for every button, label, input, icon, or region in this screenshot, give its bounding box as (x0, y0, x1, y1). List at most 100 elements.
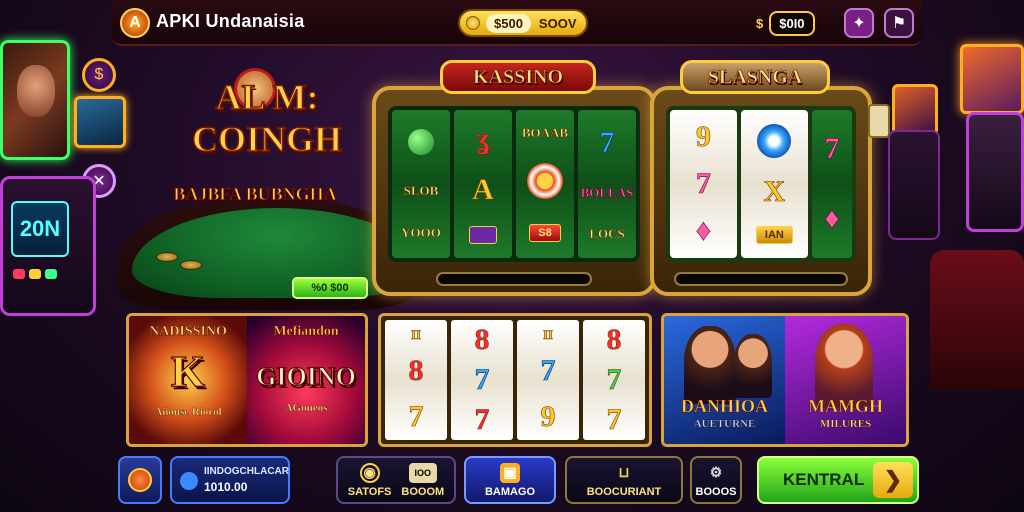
reel-symbol: LOCS (589, 226, 625, 241)
card-subtitle: AUETURNE (693, 418, 756, 430)
gift-icon: ▣ (500, 462, 520, 483)
reel-symbol: II (542, 326, 554, 342)
reel-symbol: 9 (695, 120, 712, 154)
reel-symbol: BOAAB (521, 125, 569, 141)
reel: 7 BOLLAS LOCS (578, 110, 636, 258)
nav-item-satofs[interactable]: ◉ SATOFS (348, 462, 391, 498)
mini-poster (74, 96, 126, 148)
reel-symbol: A (472, 172, 494, 206)
cup-icon: ⊔ (618, 464, 630, 480)
character-portrait (734, 334, 772, 398)
horseshoe-icon: ʓ (476, 122, 490, 156)
slot-machine-slasnga[interactable]: 9 7 ♦ X IAN 7 ♦ (650, 86, 872, 296)
stats-card (868, 104, 890, 138)
reel-symbol: 8 (474, 323, 490, 356)
reel-symbol: 7 (824, 132, 840, 165)
cta-button[interactable]: KENTRAL ❯ (757, 456, 919, 504)
character-portrait (684, 326, 736, 404)
reel-symbol: 8 (408, 354, 424, 388)
hero-subtitle: BAJBFA BUBNGHA (173, 184, 337, 205)
reel-symbol: II (410, 326, 422, 342)
reel: II 7 9 (517, 320, 579, 440)
nav-item-booom[interactable]: IOO BOOOM (401, 462, 445, 498)
card-title: MAMGH (808, 396, 883, 417)
reel-symbol: 7 (599, 126, 615, 159)
cta-label: KENTRAL (783, 470, 865, 489)
card-big-letter: K (170, 346, 206, 396)
game-card[interactable]: NADISSINO K Aiiouse Riorol (129, 316, 247, 444)
bet-button[interactable]: %0 $00 (292, 277, 368, 299)
reel: ʓ A (454, 110, 512, 258)
reel: 9 7 ♦ (670, 110, 737, 258)
reel: 7 ♦ (811, 110, 852, 258)
card-title: NADISSINO (149, 324, 227, 340)
star-icon[interactable]: ✦ (844, 8, 874, 38)
game-card[interactable]: Mefiandon GIOINO AGoneos (247, 316, 365, 444)
heart-icon: ♦ (695, 213, 712, 247)
app-logo[interactable]: A (120, 8, 150, 38)
reel-symbol: 8 (606, 323, 622, 356)
reel-symbol: SLOB (403, 182, 439, 198)
reel-symbol: 7 (540, 354, 556, 388)
info-label: IINDOGCHLACAR (204, 466, 289, 477)
game-card-group: DANHIOA AUETURNE MAMGH MILURES (661, 313, 909, 447)
right-poster (960, 44, 1024, 114)
casino-chair (930, 250, 1024, 390)
coin-counter[interactable]: $ $0I0 (756, 9, 848, 37)
left-poster (0, 40, 70, 160)
card-subtitle: MILURES (819, 418, 872, 430)
profile-button[interactable] (118, 456, 162, 504)
chip-stack (156, 252, 178, 262)
ticket-icon: IOO (408, 462, 437, 483)
reel-area: 9 7 ♦ X IAN 7 ♦ (666, 106, 856, 262)
reel: 8 7 7 (451, 320, 513, 440)
app-title: APKI Undanaisia (156, 11, 305, 31)
slot-machine-kassino[interactable]: SLOB YOOO ʓ A BOAAB S8 7 BOLLAS LOCS (372, 86, 656, 296)
slot-reels-card[interactable]: II 8 7 8 7 7 II 7 9 8 7 7 (378, 313, 652, 447)
swirl-icon (757, 123, 792, 158)
info-value: 1010.00 (204, 480, 248, 494)
reel-symbol: X (763, 174, 786, 208)
flag-icon[interactable]: ⚑ (884, 8, 914, 38)
nav-label: BOOOM (401, 485, 445, 498)
nav-item-settings[interactable]: ⚙ BOOOS (690, 456, 742, 504)
nav-item-bamago[interactable]: ▣ BAMAGO (464, 456, 556, 504)
machine-sign: SLASNGA (680, 60, 830, 94)
reel-symbol: 9 (540, 400, 556, 434)
nav-label: BOOOS (695, 485, 737, 498)
reel-symbol: 7 (408, 400, 424, 434)
trophy-icon: ◉ (359, 462, 380, 483)
reel-plaque: S8 (529, 223, 561, 242)
coin-value: $0I0 (769, 10, 815, 36)
machine-tray (436, 272, 592, 286)
right-poster-small (892, 84, 938, 136)
nav-item-group[interactable]: ◉ SATOFS IOO BOOOM (336, 456, 456, 504)
reel: 8 7 7 (583, 320, 645, 440)
poster-portrait (17, 65, 55, 117)
reel: BOAAB S8 (516, 110, 574, 258)
machine-sign: KASSINO (440, 60, 596, 94)
hero-title-line1: AL M: (215, 76, 320, 118)
reel-symbol: 7 (474, 363, 490, 396)
user-icon (180, 472, 198, 490)
balance-button[interactable]: SOOV (539, 16, 577, 31)
coin-label: $ (756, 15, 764, 31)
balance-value: $500 (486, 13, 531, 33)
dollar-icon[interactable]: $ (82, 58, 116, 92)
info-panel[interactable]: IINDOGCHLACAR 1010.00 (170, 456, 290, 504)
card-subtitle: Aiiouse Riorol (154, 406, 222, 418)
nav-item-boocuriant[interactable]: ⊔ BOOCURIANT (565, 456, 683, 504)
reel: SLOB YOOO (392, 110, 450, 258)
nav-label: BAMAGO (484, 485, 536, 498)
purple-bar-icon (469, 225, 497, 244)
heart-icon: ♦ (824, 202, 840, 235)
right-slot-machine (966, 112, 1024, 232)
game-card[interactable]: MAMGH MILURES (785, 316, 906, 444)
balance-pill[interactable]: $500 SOOV (458, 9, 588, 37)
coin-icon (466, 16, 480, 30)
left-machine-keys (13, 269, 57, 279)
game-card[interactable]: DANHIOA AUETURNE (664, 316, 785, 444)
chip-icon (527, 163, 563, 200)
top-bar: A APKI Undanaisia $500 SOOV $ $0I0 ✦ ⚑ (112, 0, 922, 46)
game-card-group: NADISSINO K Aiiouse Riorol Mefiandon GIO… (126, 313, 368, 447)
